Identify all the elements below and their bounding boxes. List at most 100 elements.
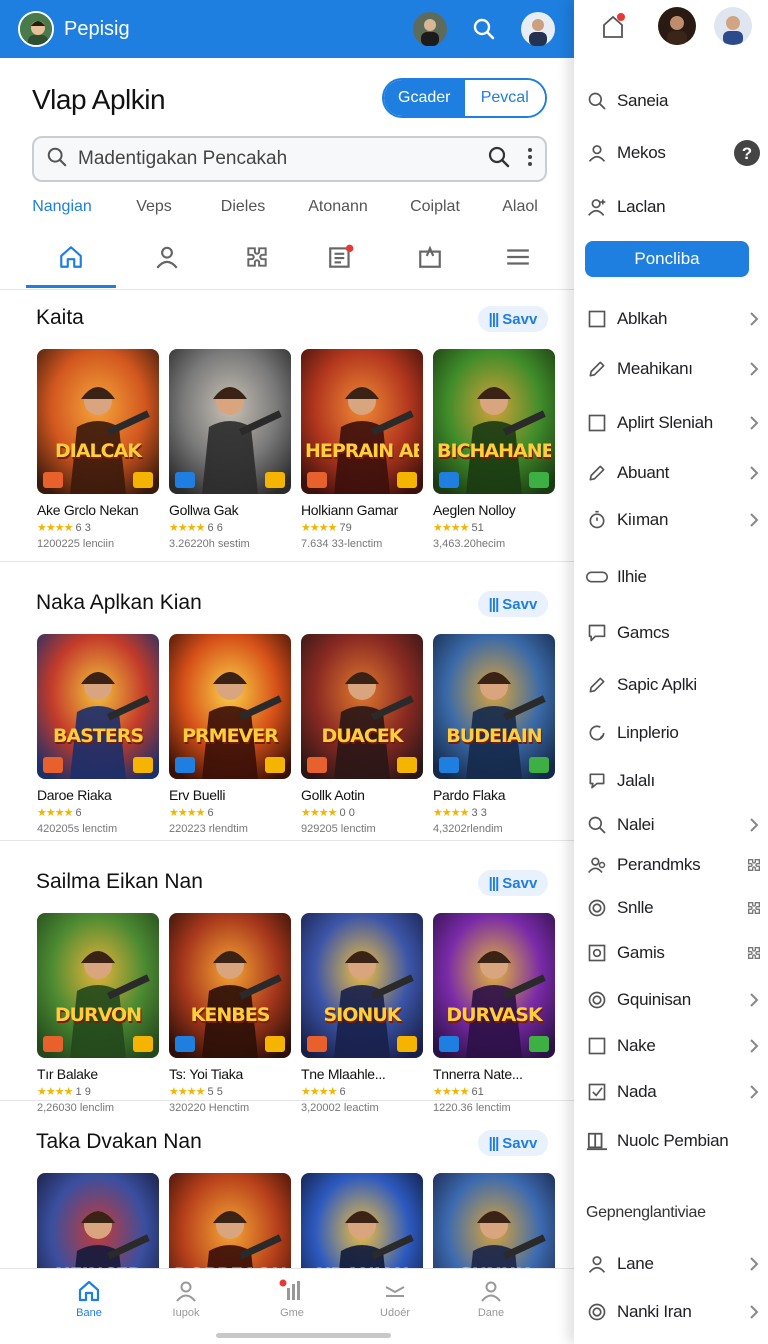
save-button[interactable]: ||| Savv [478, 591, 548, 617]
bubble-icon [586, 770, 608, 792]
save-button[interactable]: ||| Savv [478, 870, 548, 896]
drawer-item[interactable]: Mekos? [586, 136, 762, 170]
app-card[interactable]: HEPRAIN ABEA Holkiann Gamar ★★★★ 79 7.634 3… [301, 349, 425, 550]
category-tab[interactable]: Dieles [221, 198, 265, 216]
app-card[interactable]: BUDEIAIN Pardo Flaka ★★★★ 3 3 4,3202rlendim [433, 634, 557, 835]
tab-games[interactable] [212, 234, 302, 288]
category-tab[interactable]: Atonann [308, 198, 368, 216]
app-downloads: 420205s lenctim [37, 823, 118, 835]
app-card[interactable]: PRMEVER Erv Buelli ★★★★ 6 220223 rlendtim [169, 634, 293, 835]
app-card[interactable]: KENBES Ts: Yoi Tiaka ★★★★ 5 5 320220 Hencti… [169, 913, 293, 1114]
check-square-icon [586, 1081, 608, 1103]
bottom-nav-account[interactable]: Dane [446, 1279, 536, 1319]
drawer-item[interactable]: Saneia [586, 84, 762, 118]
home-icon [60, 246, 82, 268]
app-thumbnail: DURVASK [433, 913, 555, 1058]
search-bar[interactable]: Madentigakan Pencakah [32, 136, 547, 182]
drawer-item[interactable]: Gamcs [586, 616, 762, 650]
category-tab[interactable]: Nangian [32, 198, 92, 216]
drawer-item[interactable]: Gquinisan [586, 983, 762, 1017]
search-input[interactable]: Madentigakan Pencakah [78, 148, 487, 170]
app-downloads: 4,3202rlendim [433, 823, 503, 835]
category-tab[interactable]: Coiplat [410, 198, 460, 216]
search-icon [586, 90, 608, 112]
app-avatar[interactable] [18, 11, 54, 47]
search-icon[interactable] [487, 145, 511, 174]
toggle-option-left[interactable]: Gcader [384, 80, 465, 116]
drawer-item[interactable]: Aplirt Sleniah [586, 406, 762, 440]
drawer-item[interactable]: Linplerio [586, 716, 762, 750]
app-rating: ★★★★ 0 0 [301, 806, 425, 819]
user-avatar[interactable] [520, 11, 556, 47]
star-icon: ★★★★ [169, 522, 205, 534]
app-card[interactable]: SIONUK Tne Mlaahle... ★★★★ 6 3,20002 leacti… [301, 913, 425, 1114]
save-button[interactable]: ||| Savv [478, 306, 548, 332]
bottom-nav-charts[interactable]: Gme [247, 1279, 337, 1319]
drawer-item[interactable]: Sapic Aplki [586, 668, 762, 702]
platform-badge [43, 1036, 63, 1052]
drawer-item[interactable]: Snlle [586, 891, 762, 925]
category-tab[interactable]: Veps [136, 198, 172, 216]
help-icon[interactable]: ? [732, 139, 762, 167]
drawer-item[interactable]: Nuolc Pembian [586, 1124, 762, 1158]
platform-badge [43, 757, 63, 773]
app-card[interactable]: BICHAHANE Aeglen Nolloy ★★★★ 51 3,463.20hec… [433, 349, 557, 550]
drawer-item[interactable]: Ilhie [586, 560, 762, 594]
toggle-option-right[interactable]: Pevcal [464, 80, 545, 116]
drawer-item[interactable]: Jalalı [586, 764, 762, 798]
drawer-item[interactable]: Kiıman [586, 503, 762, 537]
primary-button[interactable]: Poncliba [585, 241, 749, 277]
platform-badge [439, 1036, 459, 1052]
user-avatar[interactable] [714, 7, 752, 45]
app-thumbnail: PRMEVER [169, 634, 291, 779]
drawer-item[interactable]: Nake [586, 1029, 762, 1063]
status-badge [529, 472, 549, 488]
drawer-item[interactable]: Abuant [586, 456, 762, 490]
tab-news[interactable] [296, 234, 386, 288]
app-downloads: 220223 rlendtim [169, 823, 248, 835]
app-name: Gollk Aotin [301, 787, 365, 803]
rating-value: 79 [339, 522, 352, 534]
platform-badge [307, 472, 327, 488]
app-card[interactable]: DURVON Tır Balake ★★★★ 1 9 2,26030 lenclim [37, 913, 161, 1114]
drawer-item[interactable]: Perandmks [586, 848, 762, 882]
app-thumbnail: DIALCAK [37, 349, 159, 494]
tab-share[interactable] [385, 234, 475, 288]
status-badge [529, 1036, 549, 1052]
search-icon[interactable] [466, 11, 502, 47]
app-card[interactable]: DIALCAK Ake Grclo Nekan ★★★★ 6 3 1200225 le… [37, 349, 161, 550]
drawer-item-label: Linplerio [617, 723, 679, 742]
target-icon [586, 1301, 608, 1323]
category-tab[interactable]: Alaol [502, 198, 538, 216]
tab-profile[interactable] [122, 234, 212, 288]
bottom-nav-home[interactable]: Bane [44, 1279, 134, 1319]
tab-home[interactable] [26, 234, 116, 288]
bottom-nav-inbox[interactable]: Udoér [350, 1279, 440, 1319]
user-avatar[interactable] [412, 11, 448, 47]
drawer-item[interactable]: Gamis [586, 936, 762, 970]
tab-menu[interactable] [473, 234, 563, 288]
drawer-item-label: Kiıman [617, 510, 669, 529]
app-card[interactable]: DUACEK Gollk Aotin ★★★★ 0 0 929205 lenctim [301, 634, 425, 835]
app-card[interactable]: Gollwa Gak ★★★★ 6 6 3.26220h sestim [169, 349, 293, 550]
timer-icon [586, 509, 608, 531]
bottom-nav-profile[interactable]: Iupok [141, 1279, 231, 1319]
save-button[interactable]: ||| Savv [478, 1130, 548, 1156]
drawer-item[interactable]: Nalei [586, 808, 762, 842]
drawer-item[interactable]: Ablkah [586, 302, 762, 336]
game-art-title: DUACEK [321, 725, 404, 747]
drawer-item[interactable]: Nanki Iran [586, 1295, 762, 1329]
more-vert-icon[interactable] [527, 147, 533, 172]
drawer-item[interactable]: Laclan [586, 190, 762, 224]
app-name: Daroe Riaka [37, 787, 112, 803]
drawer-item[interactable]: Nada [586, 1075, 762, 1109]
user-avatar[interactable] [658, 7, 696, 45]
drawer-item[interactable]: Meahikanı [586, 352, 762, 386]
app-card[interactable]: DURVASK Tnnerra Nate... ★★★★ 61 1220.36 len… [433, 913, 557, 1114]
game-art-title: BUDEIAIN [446, 725, 542, 747]
app-card[interactable]: BASTERS Daroe Riaka ★★★★ 6 420205s lenctim [37, 634, 161, 835]
platform-badge [175, 757, 195, 773]
icon-tabs [0, 234, 574, 288]
notification-icon[interactable] [600, 12, 628, 45]
drawer-item[interactable]: Lane [586, 1247, 762, 1281]
